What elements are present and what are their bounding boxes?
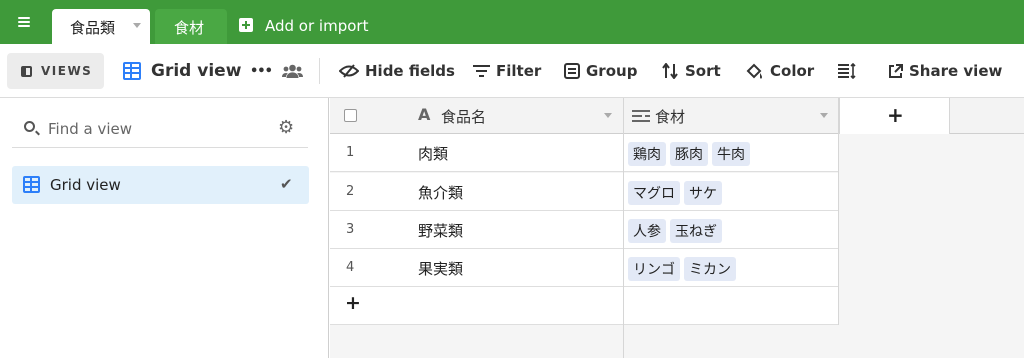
table-row[interactable]: 3 野菜類 人参 玉ねぎ [330,211,839,249]
more-options-button[interactable]: ••• [250,44,273,98]
color-label: Color [770,62,815,80]
tab-label: 食品類 [70,19,116,37]
food-name-cell[interactable]: 果実類 [418,258,463,279]
views-sidebar: ⚙ Grid view ✔ [0,98,329,358]
chevron-down-icon[interactable] [820,113,828,118]
tag-chip: 玉ねぎ [670,219,722,243]
share-icon [889,63,903,78]
grid-icon [23,176,40,193]
tab-label: 食材 [174,19,205,37]
sort-icon [662,63,678,79]
share-view-button[interactable]: Share view [888,44,1002,98]
table-row[interactable]: 1 肉類 鶏肉 豚肉 牛肉 [330,134,839,172]
color-button[interactable]: Color [746,44,814,98]
ingredients-cell[interactable]: 人参 玉ねぎ [628,219,726,243]
multiselect-field-icon [632,110,650,122]
share-view-label: Share view [909,62,1003,80]
ingredients-cell[interactable]: マグロ サケ [628,181,726,205]
ellipsis-icon: ••• [250,63,273,79]
add-or-import-label: Add or import [265,17,369,35]
sort-button[interactable]: Sort [662,44,721,98]
gear-icon[interactable]: ⚙ [278,117,294,138]
group-button[interactable]: Group [564,44,637,98]
text-field-icon: A [418,105,431,124]
tag-chip: 豚肉 [670,142,708,166]
row-number: 2 [346,184,355,199]
tag-chip: リンゴ [628,257,680,281]
tab-table-2[interactable]: 食材 [155,9,227,44]
column-label: 食品名 [441,108,487,126]
tag-chip: 牛肉 [712,142,750,166]
sidebar-icon [21,66,32,77]
filter-icon [473,65,490,77]
plus-icon: + [345,292,361,314]
tag-chip: マグロ [628,181,680,205]
view-name: Grid view [151,61,242,81]
hide-fields-label: Hide fields [365,62,455,80]
find-view-search: ⚙ [12,112,308,148]
table-row[interactable]: 2 魚介類 マグロ サケ [330,173,839,211]
tab-table-1[interactable]: 食品類 [52,9,150,44]
column-divider [838,98,839,325]
filter-button[interactable]: Filter [473,44,541,98]
food-name-cell[interactable]: 魚介類 [418,182,463,203]
eye-slash-icon [339,64,359,78]
toolbar-divider [319,58,320,84]
chevron-down-icon[interactable] [133,23,141,28]
view-name-button[interactable]: Grid view [123,44,241,98]
grid-header: A 食品名 食材 + [330,98,1024,134]
menu-icon[interactable] [12,10,36,34]
ingredients-cell[interactable]: 鶏肉 豚肉 牛肉 [628,142,754,166]
tag-chip: 鶏肉 [628,142,666,166]
row-height-icon [838,63,856,79]
row-number: 3 [346,222,355,237]
ingredients-cell[interactable]: リンゴ ミカン [628,257,740,281]
select-all-checkbox[interactable] [344,109,357,122]
filter-label: Filter [496,62,542,80]
tag-chip: 人参 [628,219,666,243]
sidebar-item-grid-view[interactable]: Grid view ✔ [12,166,309,204]
group-icon [564,63,580,79]
add-row-button[interactable]: + [330,287,839,325]
plus-icon: + [887,103,904,127]
people-icon [282,64,303,78]
checkmark-icon: ✔ [280,175,293,193]
plus-icon [239,18,253,32]
paint-bucket-icon [746,63,762,79]
food-name-cell[interactable]: 肉類 [418,143,448,164]
column-divider [623,98,624,358]
hide-fields-button[interactable]: Hide fields [339,44,455,98]
food-name-cell[interactable]: 野菜類 [418,220,463,241]
chevron-down-icon[interactable] [604,113,612,118]
view-item-label: Grid view [50,176,121,194]
search-icon [24,121,35,132]
sort-label: Sort [685,62,721,80]
table-row[interactable]: 4 果実類 リンゴ ミカン [330,249,839,287]
tag-chip: サケ [684,181,722,205]
group-label: Group [586,62,638,80]
views-toggle-button[interactable]: VIEWS [7,53,104,89]
column-header-ingredients[interactable]: 食材 [630,98,835,134]
add-field-button[interactable]: + [839,98,950,134]
row-number: 4 [346,260,355,275]
tag-chip: ミカン [684,257,736,281]
find-view-input[interactable] [48,116,268,142]
views-label: VIEWS [41,64,93,78]
view-toolbar: VIEWS Grid view ••• Hide fields Filter G… [0,44,1024,98]
data-grid: A 食品名 食材 + 1 肉類 鶏肉 豚肉 牛肉 2 魚介類 マグロ サケ 3 野菜類 [330,98,1024,358]
collaborators-button[interactable] [282,44,303,98]
base-header: 食品類 食材 Add or import [0,0,1024,44]
column-header-food-name[interactable]: A 食品名 [418,98,623,134]
row-number: 1 [346,145,355,160]
grid-icon [123,62,141,80]
column-label: 食材 [655,108,686,126]
row-height-button[interactable] [838,44,856,98]
